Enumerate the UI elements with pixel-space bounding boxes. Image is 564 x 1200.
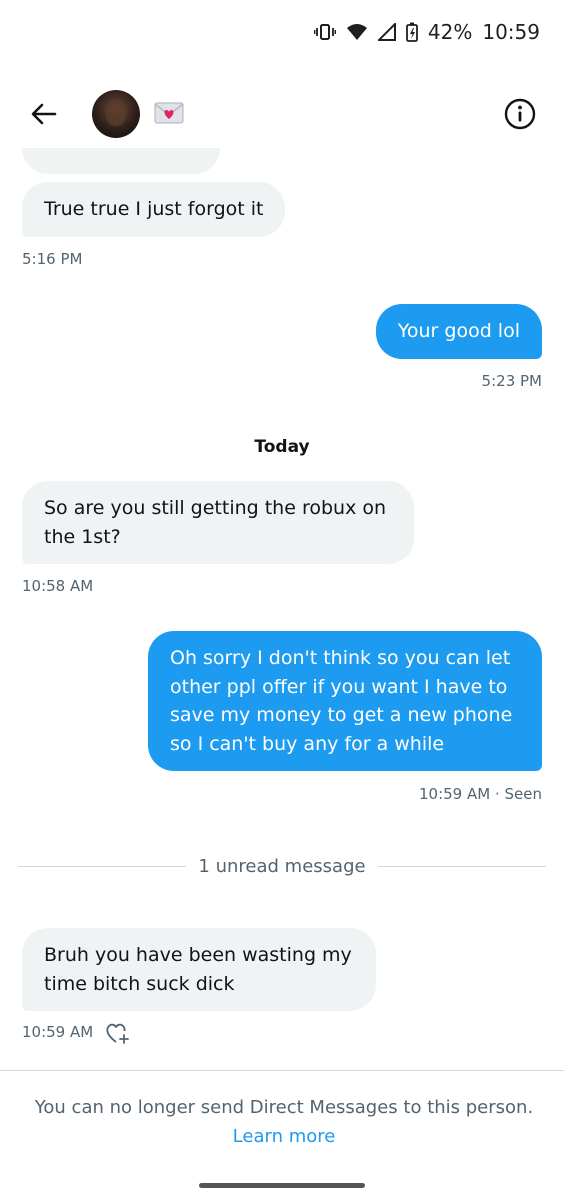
status-icons: 42% 10:59	[313, 20, 540, 44]
dm-disabled-notice: You can no longer send Direct Messages t…	[24, 1093, 544, 1151]
info-circle-icon	[504, 98, 536, 130]
arrow-left-icon	[31, 103, 57, 125]
avatar[interactable]	[92, 90, 140, 138]
unread-label: 1 unread message	[198, 856, 366, 877]
message-bubble-outgoing[interactable]: Oh sorry I don't think so you can let ot…	[148, 631, 542, 771]
message-timestamp: 10:59 AM	[22, 1023, 94, 1041]
learn-more-link[interactable]: Learn more	[233, 1126, 336, 1147]
status-bar: 42% 10:59	[0, 0, 564, 64]
unread-divider: 1 unread message	[18, 856, 546, 877]
divider-line	[18, 866, 187, 867]
add-reaction-heart-icon[interactable]	[104, 1020, 130, 1046]
message-timestamp: 10:59 AM · Seen	[419, 785, 542, 803]
notice-text: You can no longer send Direct Messages t…	[34, 1097, 534, 1118]
message-timestamp: 10:58 AM	[22, 577, 94, 595]
back-button[interactable]	[28, 98, 60, 130]
dm-disabled-footer: You can no longer send Direct Messages t…	[0, 1070, 564, 1200]
conversation-header	[0, 80, 564, 148]
message-bubble-incoming[interactable]: Bruh you have been wasting my time bitch…	[22, 928, 376, 1011]
day-separator: Today	[254, 437, 310, 457]
message-bubble-incoming[interactable]: So are you still getting the robux on th…	[22, 481, 414, 564]
vibrate-icon	[313, 23, 336, 41]
love-letter-emoji	[154, 102, 184, 124]
home-indicator[interactable]	[199, 1183, 365, 1188]
battery-charging-icon	[406, 22, 418, 42]
battery-percent: 42%	[427, 20, 473, 44]
info-button[interactable]	[504, 98, 536, 130]
message-timestamp: 5:16 PM	[22, 250, 83, 268]
clock: 10:59	[482, 20, 540, 44]
message-bubble-incoming[interactable]: True true I just forgot it	[22, 182, 286, 237]
message-list[interactable]: True true I just forgot it 5:16 PM Your …	[0, 148, 564, 1068]
wifi-icon	[346, 23, 368, 41]
partial-message-bubble	[22, 148, 220, 174]
divider-line	[377, 866, 546, 867]
message-timestamp: 5:23 PM	[481, 372, 542, 390]
signal-icon	[377, 23, 396, 41]
message-bubble-outgoing[interactable]: Your good lol	[375, 304, 542, 359]
